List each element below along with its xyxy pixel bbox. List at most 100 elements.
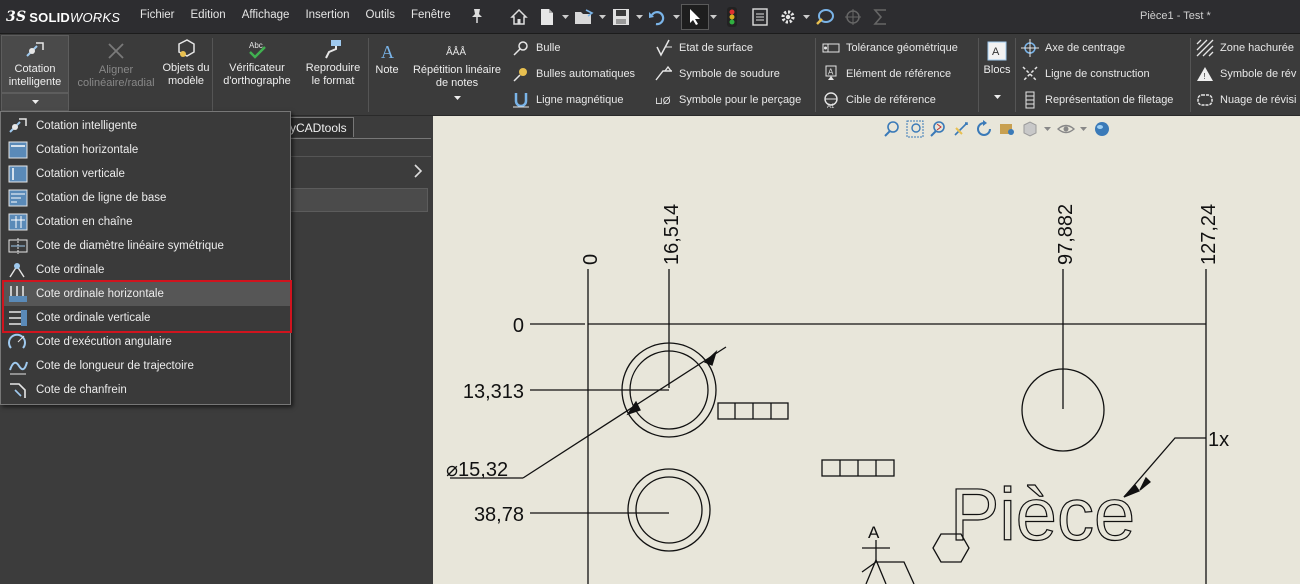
panel-divider	[290, 156, 431, 157]
file-properties-icon[interactable]	[746, 4, 774, 30]
menu-item-cote-execution-angulaire[interactable]: Cote d'exécution angulaire	[2, 330, 290, 354]
tab-ycadtools[interactable]: yCADtools	[283, 117, 354, 137]
svg-text:ÅÅÅ: ÅÅÅ	[446, 45, 466, 58]
chevron-down-icon[interactable]	[672, 4, 681, 30]
panel-field[interactable]	[290, 188, 428, 212]
new-document-icon[interactable]	[533, 4, 561, 30]
etat-surface-button[interactable]: Etat de surface	[655, 39, 753, 57]
reproduire-button[interactable]: Reproduire le format	[300, 38, 366, 88]
vertical-dimension-icon	[8, 165, 28, 183]
balloon-icon	[513, 41, 528, 56]
gear-icon[interactable]	[774, 4, 802, 30]
svg-text:A1: A1	[827, 104, 835, 109]
mass-properties-icon[interactable]	[839, 4, 867, 30]
axe-centrage-button[interactable]: Axe de centrage	[1021, 39, 1125, 57]
aligner-button[interactable]: Aligner colinéaire/radial	[70, 40, 162, 90]
cotation-intelligente-label-group[interactable]: Cotation intelligente	[4, 39, 66, 89]
element-reference-button[interactable]: A Elément de référence	[822, 65, 951, 83]
magnet-line-icon	[513, 93, 529, 108]
menu-item-cotation-intelligente[interactable]: Cotation intelligente	[2, 114, 290, 138]
axe-centrage-label: Axe de centrage	[1045, 42, 1126, 54]
symbole-soudure-button[interactable]: Symbole de soudure	[655, 65, 780, 83]
ordinate-y-2: 38,78	[474, 504, 524, 526]
menu-item-cotation-verticale[interactable]: Cotation verticale	[2, 162, 290, 186]
svg-text:A: A	[381, 42, 394, 62]
menu-item-cote-chanfrein[interactable]: Cote de chanfrein	[2, 378, 290, 402]
menu-edition[interactable]: Edition	[183, 9, 234, 21]
select-cursor-icon[interactable]	[681, 4, 709, 30]
nuage-revision-button[interactable]: Nuage de révisi	[1196, 91, 1296, 109]
revision-cloud-icon	[1197, 94, 1213, 106]
open-folder-icon[interactable]	[570, 4, 598, 30]
sigma-icon[interactable]	[867, 4, 895, 30]
ligne-construction-button[interactable]: Ligne de construction	[1021, 65, 1150, 83]
chevron-down-icon[interactable]	[709, 4, 718, 30]
symbole-percage-button[interactable]: ⊔Ø Symbole pour le perçage	[655, 91, 801, 109]
count-label: 1x	[1208, 429, 1229, 451]
repetition-button[interactable]: ÅÅÅ Répétition linéaire de notes	[406, 40, 508, 101]
chevron-down-icon[interactable]	[802, 4, 811, 30]
menu-item-cotation-chaine[interactable]: Cotation en chaîne	[2, 210, 290, 234]
pin-icon[interactable]	[470, 8, 484, 24]
cotation-label: Cotation intelligente	[8, 63, 62, 88]
note-button[interactable]: A Note	[370, 40, 404, 77]
traffic-light-icon[interactable]	[718, 4, 746, 30]
filetage-button[interactable]: Représentation de filetage	[1021, 91, 1173, 109]
chevron-right-icon[interactable]	[413, 164, 423, 178]
reproduire-label: Reproduire le format	[305, 62, 361, 87]
blocs-button[interactable]: A Blocs	[980, 40, 1014, 100]
menu-fichier[interactable]: Fichier	[132, 9, 183, 21]
menu-item-cote-ordinale[interactable]: Cote ordinale	[2, 258, 290, 282]
brand-bold: SOLID	[29, 9, 70, 25]
ordinate-y-0: 0	[513, 315, 524, 337]
model-items-icon	[178, 39, 195, 57]
diameter-label: ⌀15,32	[446, 459, 508, 481]
menu-item-cotation-horizontale[interactable]: Cotation horizontale	[2, 138, 290, 162]
note-label: Note	[375, 64, 399, 76]
hatch-area-icon	[1196, 39, 1214, 57]
datum-feature-icon: A	[825, 65, 837, 80]
ligne-magnetique-button[interactable]: Ligne magnétique	[512, 91, 623, 109]
repetition-label: Répétition linéaire de notes	[412, 64, 502, 89]
verificateur-button[interactable]: Abc Vérificateur d'orthographe	[214, 38, 300, 88]
menu-item-cote-longueur-trajectoire[interactable]: Cote de longueur de trajectoire	[2, 354, 290, 378]
save-icon[interactable]	[607, 4, 635, 30]
chevron-down-icon[interactable]	[635, 4, 644, 30]
menu-item-label: Cotation horizontale	[36, 144, 139, 156]
tolerance-button[interactable]: Tolérance géométrique	[822, 39, 958, 57]
ribbon-separator	[368, 38, 369, 112]
drawing-sheet[interactable]: Pièce 0 16,514 97,882 127,24 0 13,313 38…	[433, 116, 1300, 584]
chevron-down-icon[interactable]	[561, 4, 570, 30]
measure-icon[interactable]	[811, 4, 839, 30]
menu-item-label: Cotation en chaîne	[36, 216, 133, 228]
menu-affichage[interactable]: Affichage	[234, 9, 298, 21]
bulle-button[interactable]: Bulle	[512, 39, 560, 57]
menu-item-cote-ordinale-horizontale[interactable]: Cote ordinale horizontale	[2, 282, 290, 306]
cible-reference-button[interactable]: A1 Cible de référence	[822, 91, 936, 109]
menu-item-cote-ordinale-verticale[interactable]: Cote ordinale verticale	[2, 306, 290, 330]
menu-fenetre[interactable]: Fenêtre	[403, 9, 459, 21]
menu-item-label: Cote ordinale verticale	[36, 312, 151, 324]
svg-text:!: !	[1204, 72, 1206, 81]
ordinate-x-3: 127,24	[1198, 204, 1220, 265]
zone-hachuree-button[interactable]: Zone hachurée	[1196, 39, 1294, 57]
objets-modele-button[interactable]: Objets du modèle	[162, 38, 210, 88]
home-icon[interactable]	[505, 4, 533, 30]
bulles-auto-button[interactable]: Bulles automatiques	[512, 65, 635, 83]
angular-running-icon	[8, 333, 26, 349]
menu-item-label: Cote ordinale horizontale	[36, 288, 164, 300]
menu-item-label: Cote d'exécution angulaire	[36, 336, 172, 348]
menu-outils[interactable]: Outils	[358, 9, 403, 21]
cotation-dropdown-menu: Cotation intelligente Cotation horizonta…	[0, 111, 292, 405]
cotation-dropdown-toggle[interactable]	[1, 93, 69, 111]
menu-item-cotation-ligne-base[interactable]: Cotation de ligne de base	[2, 186, 290, 210]
solidworks-logo[interactable]: 3S SOLID WORKS	[6, 8, 120, 26]
menu-item-cote-diametre-symetrique[interactable]: Cote de diamètre linéaire symétrique	[2, 234, 290, 258]
ligne-construction-label: Ligne de construction	[1045, 68, 1150, 80]
chevron-down-icon	[31, 99, 39, 104]
menu-insertion[interactable]: Insertion	[297, 9, 357, 21]
undo-icon[interactable]	[644, 4, 672, 30]
symbole-revision-button[interactable]: ! Symbole de rév	[1196, 65, 1296, 83]
chevron-down-icon[interactable]	[598, 4, 607, 30]
cosmetic-thread-icon	[1025, 91, 1035, 109]
